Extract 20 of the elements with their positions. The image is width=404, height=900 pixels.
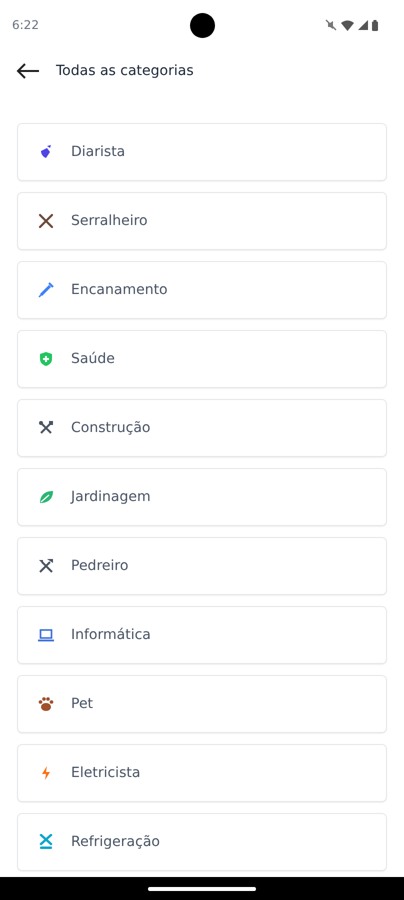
category-item[interactable]: Jardinagem xyxy=(17,468,387,526)
status-time: 6:22 xyxy=(12,17,39,34)
wifi-icon xyxy=(341,20,354,30)
category-item[interactable]: Pedreiro xyxy=(17,537,387,595)
category-item[interactable]: Construção xyxy=(17,399,387,457)
page-title: Todas as categorias xyxy=(56,62,194,80)
mute-icon xyxy=(325,19,337,31)
battery-icon xyxy=(372,20,378,30)
category-item[interactable]: Eletricista xyxy=(17,744,387,802)
category-item[interactable]: Informática xyxy=(17,606,387,664)
camera-cutout xyxy=(190,13,215,38)
category-item[interactable]: Saúde xyxy=(17,330,387,388)
signal-icon xyxy=(358,20,368,30)
category-item[interactable]: Encanamento xyxy=(17,261,387,319)
category-item[interactable]: Pet xyxy=(17,675,387,733)
category-item[interactable]: Refrigeração xyxy=(17,813,387,871)
category-item[interactable]: Serralheiro xyxy=(17,192,387,250)
category-item[interactable]: Diarista xyxy=(17,123,387,181)
home-handle[interactable] xyxy=(148,886,256,890)
back-icon[interactable] xyxy=(16,63,40,79)
